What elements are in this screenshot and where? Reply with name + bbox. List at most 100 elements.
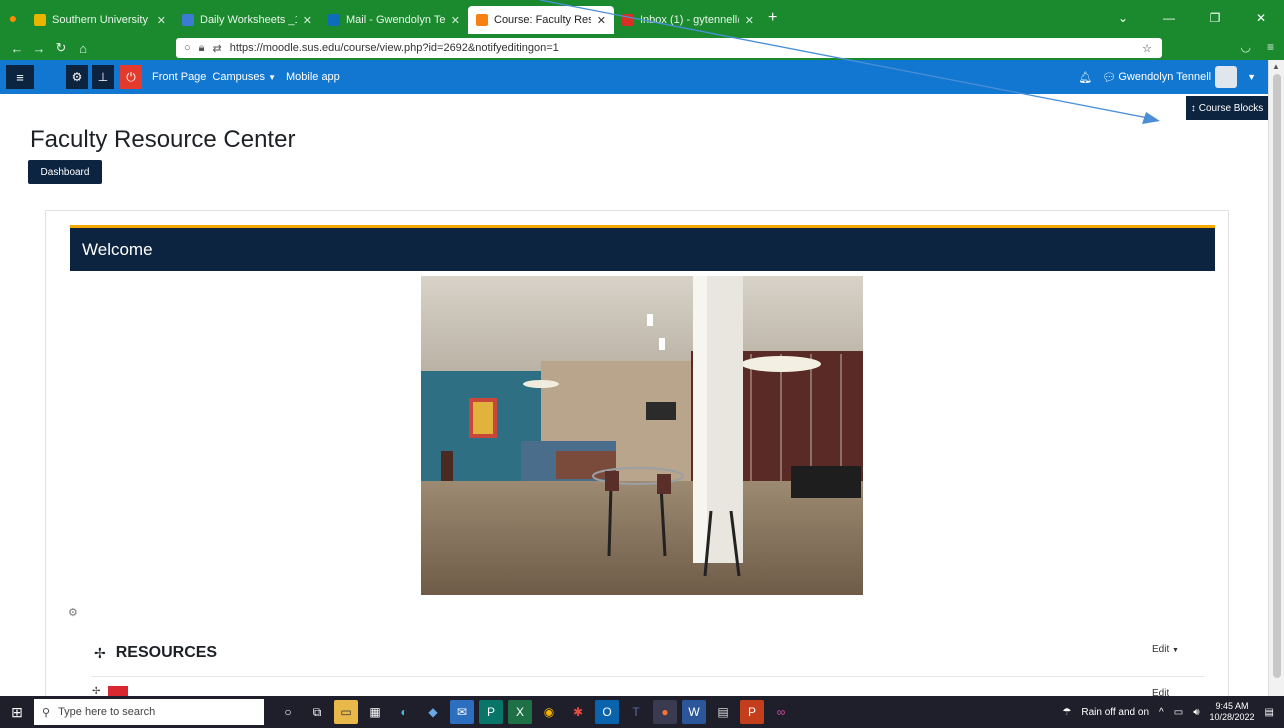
- bell-icon[interactable]: 🔔︎: [1078, 71, 1092, 84]
- room-illustration: [421, 276, 863, 595]
- move-icon[interactable]: ✢: [92, 686, 100, 696]
- resources-section-header: ✢ RESOURCES: [94, 644, 217, 662]
- search-placeholder: Type here to search: [58, 706, 156, 718]
- close-icon[interactable]: ✕: [303, 14, 312, 27]
- course-blocks-button[interactable]: ↕ Course Blocks: [1186, 96, 1268, 120]
- tab-label: Mail - Gwendolyn Tennell - Out: [346, 14, 445, 26]
- document-icon[interactable]: ▤: [711, 700, 735, 724]
- user-name[interactable]: Gwendolyn Tennell: [1118, 71, 1211, 83]
- drawer-toggle-button[interactable]: ≡: [6, 65, 34, 89]
- user-area: 🔔︎ 💬︎ Gwendolyn Tennell ▼: [1078, 60, 1268, 94]
- bookmark-star-icon[interactable]: ☆: [1142, 42, 1152, 55]
- teams-icon[interactable]: T: [624, 700, 648, 724]
- app-icon[interactable]: ◆: [421, 700, 445, 724]
- forward-icon[interactable]: →: [28, 41, 50, 56]
- edit-menu[interactable]: Edit: [1152, 688, 1169, 696]
- calculator-icon[interactable]: ▦: [363, 700, 387, 724]
- edge-icon[interactable]: ◐: [392, 700, 416, 724]
- move-icon[interactable]: ✢: [94, 645, 106, 662]
- chevron-up-icon[interactable]: ^: [1159, 707, 1164, 718]
- close-icon[interactable]: ✕: [451, 14, 460, 27]
- caret-down-icon: ▼: [268, 73, 276, 82]
- close-icon[interactable]: ✕: [745, 14, 754, 27]
- word-icon[interactable]: W: [682, 700, 706, 724]
- nav-campuses[interactable]: Campuses ▼: [212, 71, 276, 83]
- shield-icon: ○: [184, 42, 191, 54]
- minimize-icon[interactable]: —: [1146, 11, 1192, 25]
- welcome-banner: Welcome: [70, 225, 1215, 271]
- settings-icon[interactable]: ⚙: [66, 65, 88, 89]
- new-tab-button[interactable]: +: [768, 9, 777, 27]
- outlook-icon[interactable]: O: [595, 700, 619, 724]
- dashboard-button[interactable]: Dashboard: [28, 160, 102, 184]
- taskbar-search[interactable]: ⚲ Type here to search: [34, 699, 264, 725]
- power-icon[interactable]: ⏻: [120, 65, 142, 89]
- system-tray: ☂ Rain off and on ^ ▭ 🔊︎ 9:45 AM 10/28/2…: [1062, 696, 1274, 728]
- scroll-up-icon[interactable]: ▲: [1272, 62, 1280, 71]
- firefox-icon[interactable]: ●: [0, 0, 26, 36]
- browser-tab[interactable]: Southern University Shrevepor ✕: [26, 6, 174, 34]
- nav-mobile-app[interactable]: Mobile app: [286, 71, 340, 83]
- mail-icon[interactable]: ✉: [450, 700, 474, 724]
- address-bar[interactable]: ○ 🔒︎ ⇄ https://moodle.sus.edu/course/vie…: [176, 38, 1162, 58]
- moodle-navbar: ≡ ⚙ ⊥ ⏻ Front Page Campuses ▼ Mobile app…: [0, 60, 1268, 94]
- reload-icon[interactable]: ↻: [50, 40, 72, 56]
- weather-text[interactable]: Rain off and on: [1081, 707, 1149, 718]
- windows-start-icon[interactable]: ⊞: [0, 696, 34, 728]
- settings-icon[interactable]: ⚙: [68, 606, 78, 619]
- browser-tab[interactable]: Daily Worksheets _1-1 Spreads ✕: [174, 6, 320, 34]
- publisher-icon[interactable]: P: [479, 700, 503, 724]
- taskbar-apps: ○ ⧉ ▭ ▦ ◐ ◆ ✉ P X ◉ ✱ O T ● W ▤ P ∞: [276, 700, 798, 724]
- tab-label: Southern University Shrevepor: [52, 14, 151, 26]
- cortana-icon[interactable]: ○: [276, 700, 300, 724]
- tab-label: Course: Faculty Resource Center: [494, 14, 591, 26]
- menu-icon[interactable]: ≡: [1267, 40, 1274, 54]
- firefox-icon[interactable]: ●: [653, 700, 677, 724]
- clock[interactable]: 9:45 AM 10/28/2022: [1210, 701, 1255, 723]
- edit-menu[interactable]: Edit ▼: [1152, 644, 1179, 655]
- message-icon[interactable]: 💬︎: [1102, 71, 1116, 84]
- page-scrollbar[interactable]: ▲: [1268, 60, 1284, 696]
- lock-icon: 🔒︎: [198, 41, 205, 54]
- browser-tab[interactable]: Mail - Gwendolyn Tennell - Out ✕: [320, 6, 468, 34]
- maximize-icon[interactable]: ❐: [1192, 11, 1238, 25]
- app-icon[interactable]: ∞: [769, 700, 793, 724]
- powerpoint-icon[interactable]: P: [740, 700, 764, 724]
- weather-icon: ☂: [1062, 706, 1072, 718]
- windows-taskbar: ⊞ ⚲ Type here to search ○ ⧉ ▭ ▦ ◐ ◆ ✉ P …: [0, 696, 1284, 728]
- task-view-icon[interactable]: ⧉: [305, 700, 329, 724]
- avatar[interactable]: [1215, 66, 1238, 88]
- close-window-icon[interactable]: ✕: [1238, 11, 1284, 25]
- nav-front-page[interactable]: Front Page: [152, 71, 206, 83]
- close-icon[interactable]: ✕: [157, 14, 166, 27]
- network-icon[interactable]: ▭: [1174, 707, 1183, 718]
- pocket-icon[interactable]: ◡: [1241, 40, 1251, 54]
- excel-icon[interactable]: X: [508, 700, 532, 724]
- tab-favicon: [182, 14, 194, 26]
- arrows-vertical-icon: ↕: [1190, 102, 1196, 114]
- browser-tab[interactable]: Inbox (1) - gytennell@gmail.co ✕: [614, 6, 762, 34]
- tab-label: Inbox (1) - gytennell@gmail.co: [640, 14, 739, 26]
- app-icon[interactable]: ✱: [566, 700, 590, 724]
- section-divider: [92, 676, 1204, 677]
- sitemap-icon[interactable]: ⊥: [92, 65, 114, 89]
- tab-favicon: [34, 14, 46, 26]
- tab-label: Daily Worksheets _1-1 Spreads: [200, 14, 297, 26]
- scrollbar-thumb[interactable]: [1273, 74, 1281, 678]
- close-icon[interactable]: ✕: [597, 14, 606, 27]
- url-text: https://moodle.sus.edu/course/view.php?i…: [229, 42, 559, 54]
- volume-icon[interactable]: 🔊︎: [1193, 707, 1199, 718]
- clock-date: 10/28/2022: [1209, 712, 1255, 722]
- chrome-icon[interactable]: ◉: [537, 700, 561, 724]
- file-explorer-icon[interactable]: ▭: [334, 700, 358, 724]
- edit-label: Edit: [1152, 644, 1170, 655]
- home-icon[interactable]: ⌂: [72, 41, 94, 56]
- notification-icon[interactable]: ▤: [1265, 707, 1274, 718]
- course-blocks-label: Course Blocks: [1198, 102, 1264, 114]
- clock-time: 9:45 AM: [1215, 701, 1249, 711]
- back-icon[interactable]: ←: [6, 41, 28, 56]
- tab-list-icon[interactable]: ⌄: [1100, 11, 1146, 25]
- activity-row[interactable]: ✢: [92, 686, 129, 696]
- browser-tab-active[interactable]: Course: Faculty Resource Center ✕: [468, 6, 614, 34]
- caret-down-icon[interactable]: ▼: [1247, 72, 1256, 82]
